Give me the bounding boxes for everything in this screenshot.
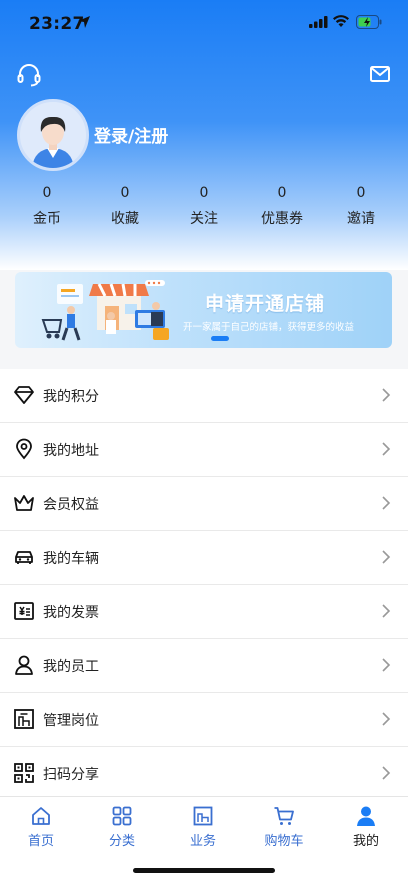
diamond-icon	[14, 386, 34, 404]
store-illustration	[41, 280, 169, 341]
login-register-link[interactable]: 登录/注册	[94, 122, 168, 147]
location-arrow-icon	[78, 16, 90, 28]
open-store-banner[interactable]: 申请开通店铺 开一家属于自己的店铺，获得更多的收益	[15, 272, 392, 348]
crown-icon	[14, 495, 34, 511]
chevron-right-icon	[382, 388, 391, 402]
menu-item-label: 我的地址	[43, 443, 99, 459]
menu-list: 我的积分 我的地址 会员权益 我的车辆 我的发票 我的员工 管理岗位 扫码分享	[0, 369, 408, 801]
business-icon	[193, 806, 213, 826]
avatar-person-icon	[20, 102, 86, 168]
tab-home[interactable]: 首页	[11, 805, 71, 849]
tab-label: 业务	[189, 834, 216, 849]
menu-item-label: 我的发票	[43, 605, 99, 621]
chevron-right-icon	[382, 604, 391, 618]
tab-cart[interactable]: 购物车	[254, 805, 314, 849]
banner-subtitle: 开一家属于自己的店铺，获得更多的收益	[183, 322, 355, 333]
stat-value: 0	[277, 185, 287, 201]
stat-label: 优惠券	[261, 211, 303, 227]
stats-row: 0 金币 0 收藏 0 关注 0 优惠券 0 邀请	[0, 183, 408, 233]
chevron-right-icon	[382, 442, 391, 456]
tab-label: 购物车	[264, 834, 304, 849]
invoice-icon	[14, 602, 34, 620]
qr-code-icon	[14, 763, 34, 783]
stat-value: 0	[120, 185, 130, 201]
headset-icon[interactable]	[16, 62, 42, 88]
chevron-right-icon	[382, 550, 391, 564]
stat-value: 0	[42, 185, 52, 201]
menu-item-label: 会员权益	[43, 497, 99, 513]
tab-label: 分类	[108, 834, 135, 849]
menu-item-scan-share[interactable]: 扫码分享	[0, 747, 408, 801]
wifi-icon	[333, 15, 349, 27]
tab-business[interactable]: 业务	[173, 805, 233, 849]
stat-favorites[interactable]: 0 收藏	[85, 183, 165, 228]
menu-item-membership[interactable]: 会员权益	[0, 477, 408, 531]
menu-item-points[interactable]: 我的积分	[0, 369, 408, 423]
menu-item-staff[interactable]: 我的员工	[0, 639, 408, 693]
tab-label: 我的	[352, 834, 379, 849]
stat-label: 关注	[190, 211, 218, 227]
building-icon	[14, 709, 34, 729]
home-indicator	[133, 868, 275, 873]
stat-coupons[interactable]: 0 优惠券	[242, 183, 322, 228]
mail-icon[interactable]	[368, 61, 394, 87]
status-bar: 23:27	[0, 0, 408, 46]
car-icon	[15, 551, 33, 564]
chevron-right-icon	[382, 766, 391, 780]
chevron-right-icon	[382, 712, 391, 726]
chevron-right-icon	[382, 658, 391, 672]
stat-label: 邀请	[347, 211, 375, 227]
person-icon	[15, 655, 33, 675]
grid-icon	[112, 806, 132, 826]
banner-pagination-dot	[211, 336, 229, 341]
stat-label: 金币	[33, 211, 61, 227]
menu-item-label: 管理岗位	[43, 713, 99, 729]
stat-label: 收藏	[111, 211, 139, 227]
stat-value: 0	[199, 185, 209, 201]
chevron-right-icon	[382, 496, 391, 510]
home-icon	[32, 807, 50, 825]
profile-header: 23:27 登录/注册 0 金币 0 收藏 0 关注 0 优惠券 0 邀请	[0, 0, 408, 270]
cart-icon	[274, 807, 294, 825]
menu-item-label: 我的积分	[43, 389, 99, 405]
location-pin-icon	[16, 438, 32, 460]
stat-coins[interactable]: 0 金币	[7, 183, 87, 228]
tab-categories[interactable]: 分类	[92, 805, 152, 849]
menu-item-label: 扫码分享	[43, 767, 99, 783]
signal-icon	[309, 16, 328, 28]
user-icon	[357, 806, 375, 826]
menu-item-address[interactable]: 我的地址	[0, 423, 408, 477]
battery-charging-icon	[356, 15, 382, 29]
tab-mine[interactable]: 我的	[336, 805, 396, 849]
avatar[interactable]	[17, 99, 89, 171]
menu-item-label: 我的车辆	[43, 551, 99, 567]
banner-title: 申请开通店铺	[205, 293, 326, 315]
stat-value: 0	[356, 185, 366, 201]
menu-item-label: 我的员工	[43, 659, 99, 675]
stat-invites[interactable]: 0 邀请	[321, 183, 401, 228]
menu-item-positions[interactable]: 管理岗位	[0, 693, 408, 747]
stat-following[interactable]: 0 关注	[164, 183, 244, 228]
menu-item-vehicles[interactable]: 我的车辆	[0, 531, 408, 585]
menu-item-invoices[interactable]: 我的发票	[0, 585, 408, 639]
tab-label: 首页	[27, 834, 54, 849]
